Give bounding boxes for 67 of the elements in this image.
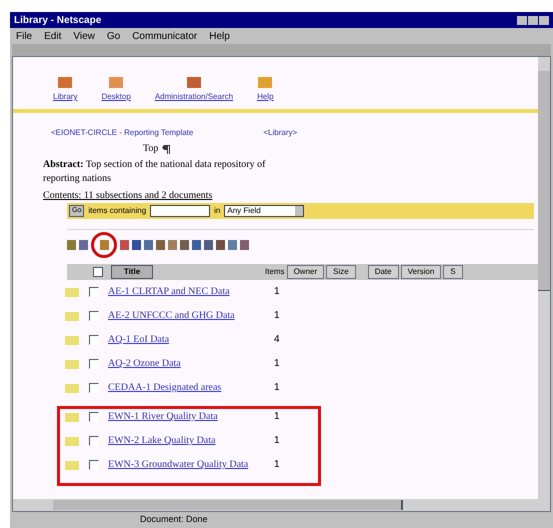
items-count: 4 (274, 334, 280, 345)
folder-icon (65, 460, 79, 470)
folder-link[interactable]: AQ-1 EoI Data (108, 334, 268, 345)
nav-link[interactable]: Help (257, 91, 274, 103)
folder-link[interactable]: EWN-3 Groundwater Quality Data (108, 459, 268, 470)
column-header[interactable]: Size (326, 265, 356, 279)
items-column-header: Items (265, 266, 285, 278)
in-label: in (214, 205, 220, 217)
folder-link[interactable]: EWN-2 Lake Quality Data (108, 435, 268, 446)
menu-item[interactable]: Help (209, 28, 230, 44)
folder-icon (65, 412, 79, 422)
items-count: 1 (274, 286, 280, 297)
abstract-text: Abstract: Top section of the national data repository of reporting nations (43, 158, 266, 186)
row-checkbox[interactable] (89, 383, 99, 393)
select-all-checkbox[interactable] (93, 267, 103, 277)
row-checkbox[interactable] (89, 359, 99, 369)
folder-link[interactable]: AQ-2 Ozone Data (108, 358, 268, 369)
items-count: 1 (274, 382, 280, 393)
nav-link[interactable]: Library (53, 91, 78, 103)
folder-icon (65, 311, 79, 321)
row-checkbox[interactable] (89, 436, 99, 446)
search-field[interactable] (150, 205, 210, 217)
pilcrow-icon (162, 144, 170, 154)
menu-item[interactable]: Edit (44, 28, 62, 44)
folder-icon (65, 335, 79, 345)
column-header[interactable]: Version (400, 265, 442, 279)
items-count: 1 (274, 411, 280, 422)
folder-icon (65, 383, 79, 393)
folder-icon (186, 75, 202, 89)
items-count: 1 (274, 459, 280, 470)
column-header[interactable]: Date (368, 265, 399, 279)
nav-link[interactable]: Desktop (101, 91, 131, 103)
folder-link[interactable]: EWN-1 River Quality Data (108, 411, 268, 422)
menu-item[interactable]: Communicator (132, 28, 198, 44)
folder-icon (108, 75, 124, 89)
column-header[interactable]: S (443, 265, 463, 279)
folder-link[interactable]: AE-1 CLRTAP and NEC Data (108, 286, 268, 297)
row-checkbox[interactable] (89, 412, 99, 422)
folder-heading: Top (143, 142, 158, 156)
items-count: 1 (274, 310, 280, 321)
nav-link[interactable]: Administration/Search (154, 91, 234, 103)
contents-text: Contents: 11 subsections and 2 documents (43, 189, 214, 203)
status-text: Document: Done (140, 513, 208, 526)
folder-icon (65, 287, 79, 297)
folder-icon (57, 75, 74, 89)
items-count: 1 (274, 358, 280, 369)
column-header[interactable]: Owner (286, 265, 324, 279)
title-column-header[interactable]: Title (111, 265, 153, 279)
folder-icon (257, 75, 274, 89)
menu-item[interactable]: View (73, 28, 95, 44)
library-link[interactable]: <Library> (263, 127, 298, 139)
window-title: Library - Netscape (14, 14, 102, 28)
folder-link[interactable]: CEDAA-1 Designated areas (108, 382, 268, 393)
row-checkbox[interactable] (89, 287, 99, 297)
row-checkbox[interactable] (89, 460, 99, 470)
menu-item[interactable]: Go (106, 28, 120, 44)
folder-icon (65, 436, 79, 446)
breadcrumb-link[interactable]: <EIONET-CIRCLE - Reporting Template (51, 127, 194, 139)
field-select[interactable]: Any Field (224, 205, 304, 217)
menu-item[interactable]: File (16, 28, 32, 44)
toolbar-icon[interactable] (100, 240, 108, 250)
items-count: 1 (274, 435, 280, 446)
search-label: items containing (88, 205, 146, 217)
row-checkbox[interactable] (89, 335, 99, 345)
folder-link[interactable]: AE-2 UNFCCC and GHG Data (108, 310, 268, 321)
row-checkbox[interactable] (89, 311, 99, 321)
folder-icon (65, 359, 79, 369)
